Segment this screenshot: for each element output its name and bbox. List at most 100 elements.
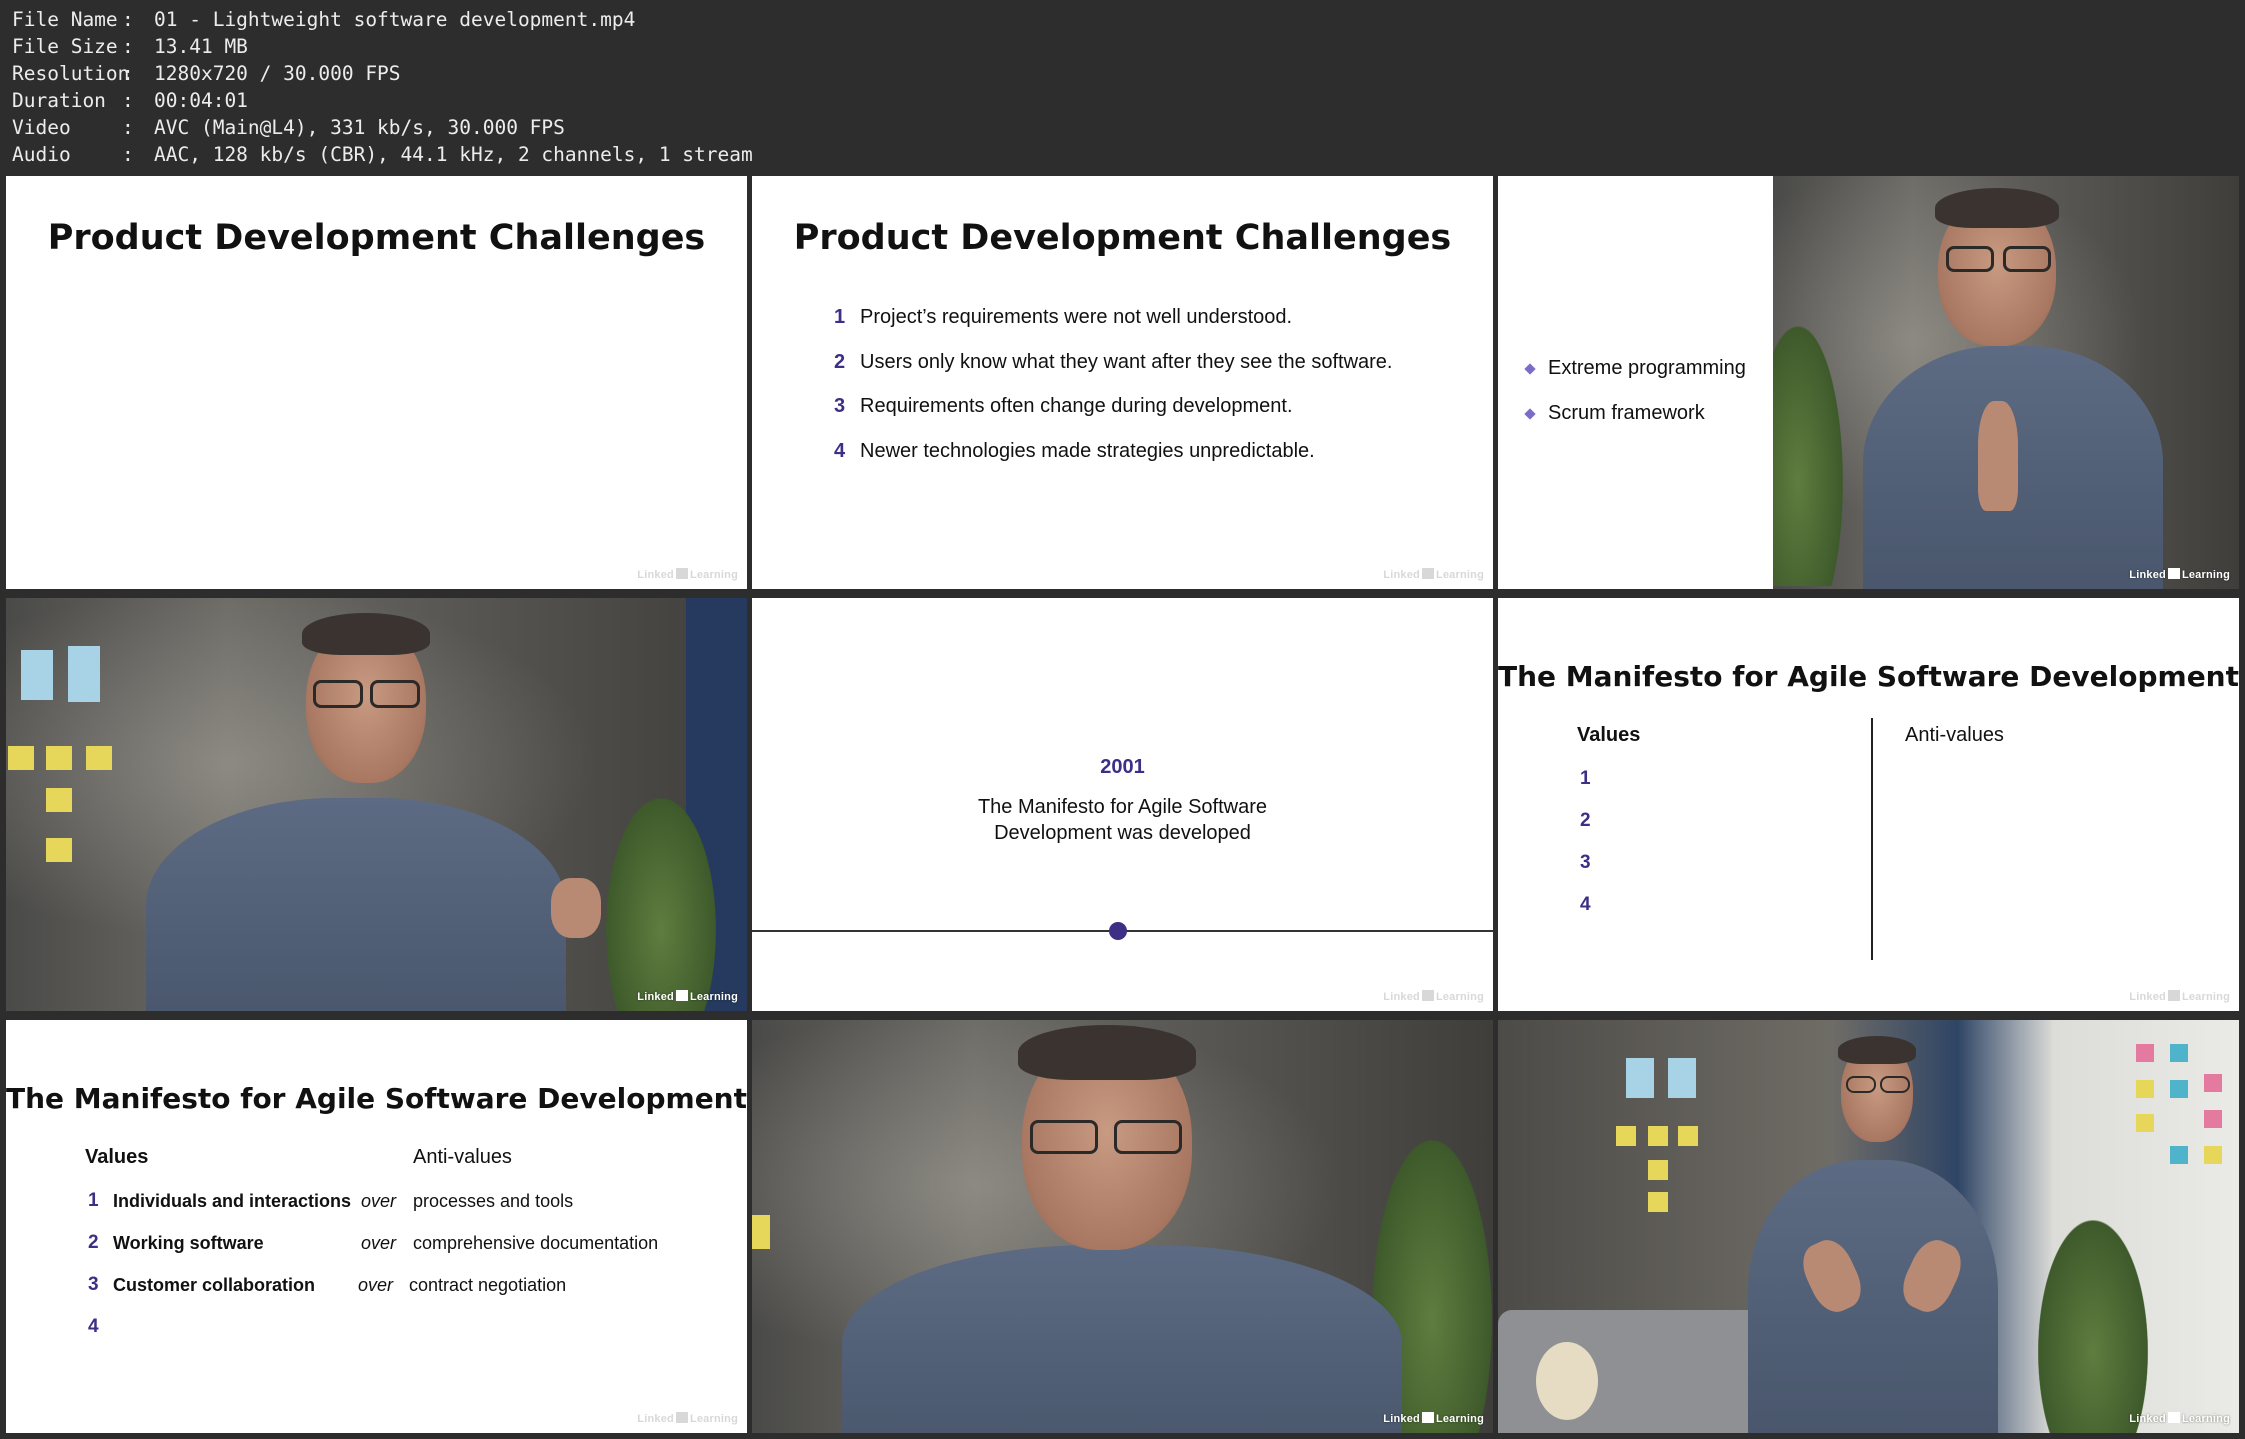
value-text: Customer collaboration	[113, 1275, 316, 1295]
row-number: 3	[1580, 852, 1591, 873]
over-text: over	[361, 1191, 397, 1211]
anti-value-text: processes and tools	[413, 1191, 574, 1211]
linkedin-learning-logo: Linked Learning	[637, 1412, 738, 1425]
thumbnail-5[interactable]: 2001 The Manifesto for Agile Software De…	[752, 598, 1493, 1011]
sticky-note	[1648, 1192, 1668, 1212]
presenter-hair	[302, 613, 430, 655]
presenter-video-frame: Linked Learning	[1773, 176, 2239, 589]
slide-title: The Manifesto for Agile Software Develop…	[1498, 660, 2239, 693]
presenter-hand	[551, 878, 601, 938]
sticky-note	[46, 788, 72, 812]
linkedin-in-icon	[2167, 1412, 2180, 1423]
list-item: 4 Newer technologies made strategies unpr…	[834, 439, 1315, 462]
diamond-bullet-icon	[1524, 407, 1536, 420]
slide-title: Product Development Challenges	[47, 218, 706, 258]
presenter-hands	[1978, 401, 2018, 511]
thumbnail-6[interactable]: The Manifesto for Agile Software Develop…	[1498, 598, 2239, 1011]
row-number: 2	[1580, 810, 1591, 831]
linkedin-in-icon	[2167, 568, 2180, 579]
sticky-note	[1678, 1126, 1698, 1146]
list-item: 2 Users only know what they want after th…	[834, 350, 1393, 373]
thumbnail-7[interactable]: The Manifesto for Agile Software Develop…	[6, 1020, 747, 1433]
linkedin-learning-logo: Linked Learning	[1383, 990, 1484, 1003]
linkedin-in-icon	[675, 568, 688, 579]
sticky-note	[21, 650, 53, 700]
thumbnail-9[interactable]: Linked Learning	[1498, 1020, 2239, 1433]
thumbnail-1[interactable]: Product Development Challenges Linked Lea…	[6, 176, 747, 589]
glasses	[313, 680, 363, 708]
info-row-file-name: File Name:01 - Lightweight software deve…	[12, 8, 636, 31]
plant-image	[2038, 1220, 2148, 1433]
slide-title: The Manifesto for Agile Software Develop…	[6, 1082, 747, 1115]
glasses	[370, 680, 420, 708]
row-number: 3	[88, 1274, 99, 1295]
list-item: Scrum framework	[1524, 391, 1746, 436]
timeline-marker	[1109, 922, 1127, 940]
challenges-list: 1 Project’s requirements were not well un…	[834, 306, 1392, 484]
linkedin-in-icon	[675, 990, 688, 1001]
row-number: 2	[88, 1232, 99, 1253]
presenter-shirt	[1748, 1160, 1998, 1433]
sticky-note	[1626, 1058, 1654, 1098]
linkedin-in-icon	[2167, 990, 2180, 1001]
values-header: Values	[85, 1146, 149, 1168]
presenter-shirt	[842, 1245, 1402, 1433]
sticky-note	[8, 746, 34, 770]
anti-value-text: comprehensive documentation	[413, 1233, 659, 1253]
info-row-audio: Audio: AAC, 128 kb/s (CBR), 44.1 kHz, 2 c…	[12, 143, 753, 166]
sticky-note	[2136, 1114, 2154, 1132]
list-item: Extreme programming	[1524, 346, 1746, 391]
info-row-resolution: Resolution:1280x720 / 30.000 FPS	[12, 62, 401, 85]
linkedin-in-icon	[1421, 568, 1434, 579]
sticky-note	[86, 746, 112, 770]
over-text: over	[361, 1233, 397, 1253]
presenter-hair	[1935, 188, 2059, 228]
sticky-note	[2204, 1146, 2222, 1164]
column-divider	[1871, 718, 1873, 960]
linkedin-learning-logo: Linked Learning	[2129, 990, 2230, 1003]
values-header: Values	[1577, 724, 1641, 746]
sticky-note	[1648, 1126, 1668, 1146]
sticky-note	[2204, 1074, 2222, 1092]
pillow-image	[1536, 1342, 1598, 1420]
linkedin-learning-logo: Linked Learning	[2129, 1412, 2230, 1425]
sticky-note	[2170, 1044, 2188, 1062]
plant-image	[1773, 326, 1843, 586]
linkedin-in-icon	[1421, 990, 1434, 1001]
glasses	[1030, 1120, 1098, 1154]
thumbnail-2[interactable]: Product Development Challenges 1 Project’…	[752, 176, 1493, 589]
sticky-note	[68, 646, 100, 702]
info-row-video: Video: AVC (Main@L4), 331 kb/s, 30.000 FP…	[12, 116, 565, 139]
media-info-panel: File Name:01 - Lightweight software deve…	[12, 6, 753, 168]
sticky-note	[2204, 1110, 2222, 1128]
info-row-file-size: File Size:13.41 MB	[12, 35, 248, 58]
sticky-note	[2170, 1080, 2188, 1098]
sticky-note	[2170, 1146, 2188, 1164]
glasses	[1114, 1120, 1182, 1154]
thumbnail-3[interactable]: Extreme programming Scrum framework Link…	[1498, 176, 2239, 589]
linkedin-learning-logo: Linked Learning	[637, 990, 738, 1003]
linkedin-learning-logo: Linked Learning	[637, 568, 738, 581]
thumbnail-8[interactable]: Linked Learning	[752, 1020, 1493, 1433]
sticky-note	[1616, 1126, 1636, 1146]
linkedin-learning-logo: Linked Learning	[1383, 1412, 1484, 1425]
presenter-hair	[1018, 1025, 1196, 1080]
sticky-note	[46, 746, 72, 770]
list-item: 1 Project’s requirements were not well un…	[834, 306, 1293, 328]
plant-image	[606, 798, 716, 1011]
glasses	[1880, 1076, 1910, 1093]
linkedin-learning-logo: Linked Learning	[2129, 568, 2230, 581]
presenter-shirt	[146, 798, 566, 1011]
sticky-note	[1668, 1058, 1696, 1098]
value-text: Working software	[113, 1233, 264, 1253]
presenter-hair	[1838, 1036, 1916, 1064]
glasses	[1946, 246, 1994, 272]
row-number: 4	[1580, 894, 1591, 915]
info-row-duration: Duration:00:04:01	[12, 89, 248, 112]
thumbnail-4[interactable]: Linked Learning	[6, 598, 747, 1011]
linkedin-learning-logo: Linked Learning	[1383, 568, 1484, 581]
over-text: over	[358, 1275, 394, 1295]
row-number: 4	[88, 1316, 99, 1337]
glasses	[2003, 246, 2051, 272]
sticky-note	[1648, 1160, 1668, 1180]
